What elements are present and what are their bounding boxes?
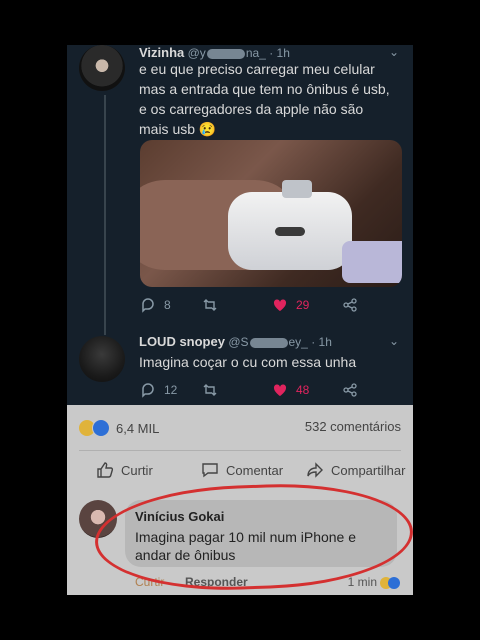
comments-count[interactable]: 532 comentários — [305, 419, 401, 434]
tweet-text-line: mas a entrada que tem no ônibus é usb, — [139, 81, 390, 97]
like-button[interactable]: 29 — [272, 297, 309, 313]
reactions-summary[interactable]: 6,4 MIL — [79, 419, 159, 437]
thumbs-up-icon — [97, 462, 114, 478]
thread-line — [104, 95, 106, 335]
tweet-text-line: e eu que preciso carregar meu celular — [139, 61, 375, 77]
heart-icon — [273, 384, 287, 396]
reaction-count: 6,4 MIL — [116, 420, 160, 436]
tweet-1[interactable]: Vizinha @y na_ · 1h ⌄ e eu que preciso ca… — [67, 45, 413, 335]
tweet-actions: 12 48 — [140, 382, 370, 402]
tweet-text-line: e os carregadores da apple não são — [139, 101, 364, 117]
display-name[interactable]: LOUD snopey — [139, 334, 225, 349]
like-count: 48 — [296, 383, 310, 397]
comment-label: Comentar — [226, 462, 284, 478]
tweet-text-line: mais usb 😢 — [139, 121, 217, 137]
tweet-text: e eu que preciso carregar meu celular ma… — [139, 59, 401, 139]
share-label: Compartilhar — [331, 462, 406, 478]
heart-icon — [273, 299, 287, 311]
timestamp: · 1h — [269, 46, 290, 60]
photo-plug — [282, 180, 312, 198]
comment-time: 1 min — [347, 575, 377, 589]
retweet-icon — [203, 384, 217, 396]
photo-charger — [228, 192, 352, 270]
like-post-button[interactable]: Curtir — [95, 460, 153, 480]
share-post-button[interactable]: Compartilhar — [305, 460, 405, 480]
comment-bubble-icon — [202, 463, 218, 478]
reply-icon — [142, 298, 154, 313]
photo-charger-port — [275, 227, 305, 236]
avatar[interactable] — [79, 336, 125, 382]
redacted-handle — [249, 337, 288, 348]
tweet-text: Imagina coçar o cu com essa unha — [139, 354, 357, 370]
share-icon — [343, 383, 357, 397]
tweet-2[interactable]: LOUD snopey @S ey_ · 1h ⌄ Imagina coçar o… — [67, 330, 413, 405]
avatar[interactable] — [79, 45, 125, 91]
share-button[interactable] — [342, 382, 358, 398]
share-button[interactable] — [342, 297, 358, 313]
reply-button[interactable]: 8 — [140, 297, 171, 313]
reply-button[interactable]: 12 — [140, 382, 177, 398]
tweet-photo[interactable] — [140, 140, 402, 287]
chevron-down-icon[interactable]: ⌄ — [389, 45, 399, 59]
comment-reactions-icon[interactable] — [379, 576, 401, 590]
tweet-header: LOUD snopey @S ey_ · 1h — [139, 334, 332, 349]
share-arrow-icon — [307, 462, 323, 478]
post-stats: 6,4 MIL 532 comentários — [79, 419, 401, 439]
tweet-actions: 8 29 — [140, 297, 370, 317]
like-button[interactable]: 48 — [272, 382, 309, 398]
reply-icon — [142, 383, 154, 398]
divider — [79, 450, 401, 451]
timestamp: · 1h — [311, 335, 332, 349]
like-count: 29 — [296, 298, 310, 312]
retweet-button[interactable] — [202, 297, 226, 313]
display-name[interactable]: Vizinha — [139, 45, 184, 60]
like-label: Curtir — [121, 462, 153, 478]
retweet-button[interactable] — [202, 382, 226, 398]
handle-prefix: @y — [187, 46, 206, 60]
photo-cloth — [342, 241, 402, 283]
tweet-header: Vizinha @y na_ · 1h — [139, 45, 290, 60]
like-reaction-icon — [92, 419, 110, 437]
comment-button[interactable]: Comentar — [200, 460, 283, 480]
retweet-icon — [203, 299, 217, 311]
share-icon — [343, 298, 357, 312]
handle-suffix: na_ — [245, 46, 266, 60]
reply-count: 12 — [164, 383, 178, 397]
handle-suffix: ey_ — [288, 335, 308, 349]
chevron-down-icon[interactable]: ⌄ — [389, 334, 399, 348]
handle-prefix: @S — [228, 335, 249, 349]
redacted-handle — [206, 48, 245, 59]
reply-count: 8 — [164, 298, 171, 312]
